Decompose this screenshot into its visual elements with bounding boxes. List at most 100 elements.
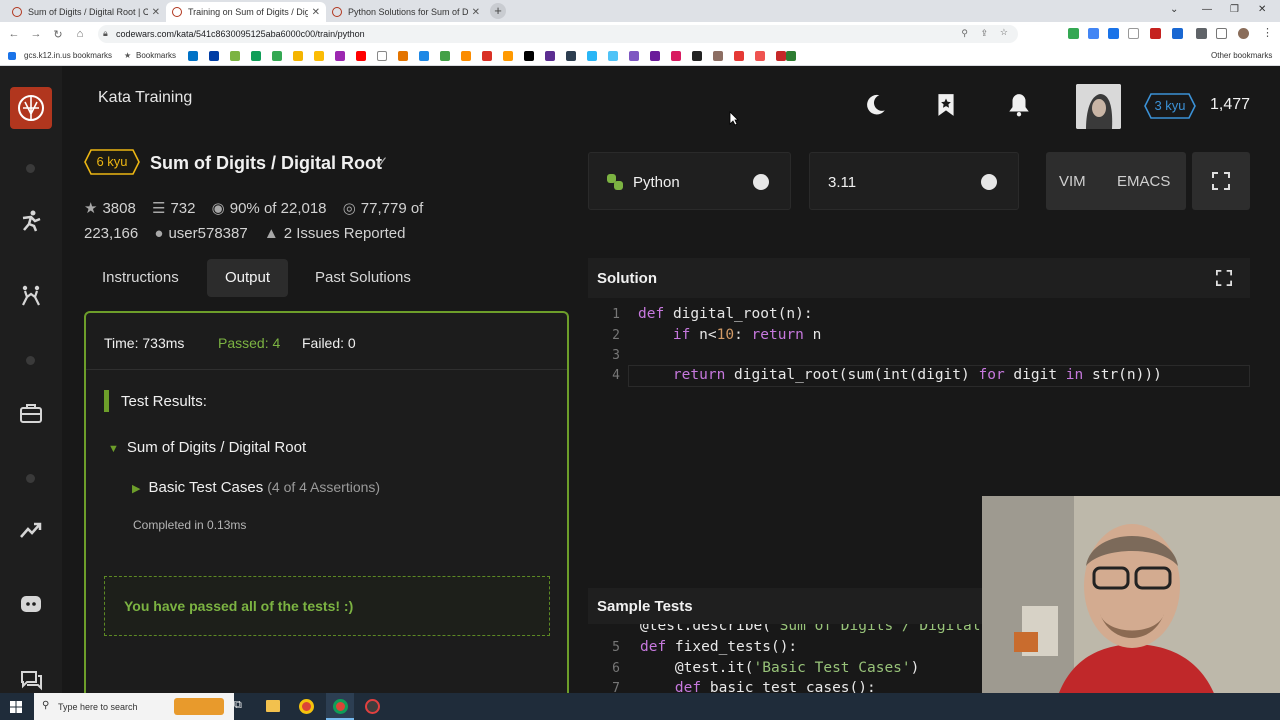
forward-icon[interactable]: → — [28, 28, 44, 40]
leaderboard-trend-icon[interactable] — [19, 518, 43, 542]
bookmark-favicon-icon[interactable] — [776, 51, 786, 61]
bookmark-favicon-icon[interactable] — [503, 51, 513, 61]
author-link[interactable]: user578387 — [168, 225, 247, 242]
version-select[interactable]: 3.11 — [809, 152, 1019, 210]
screen-recorder-icon[interactable] — [365, 699, 380, 714]
bookmark-favicon-icon[interactable] — [566, 51, 576, 61]
bookmark-other[interactable]: Other bookmarks — [1211, 51, 1272, 60]
vim-mode-button[interactable]: VIM — [1059, 173, 1086, 190]
browser-tab-title: Training on Sum of Digits / Digit — [188, 7, 308, 17]
new-tab-button[interactable]: + — [490, 3, 506, 19]
extension-icon[interactable] — [1172, 28, 1183, 39]
bookmark-favicon-icon[interactable] — [419, 51, 429, 61]
bookmark-favicon-icon[interactable] — [692, 51, 702, 61]
browser-tab[interactable]: Python Solutions for Sum of Digi ✕ — [326, 2, 486, 22]
bookmark-favicon-icon[interactable] — [293, 51, 303, 61]
user-rank[interactable]: 3 kyu — [1144, 98, 1196, 113]
bookmark-favicon-icon[interactable] — [272, 51, 282, 61]
task-view-icon[interactable]: ⧉ — [234, 699, 242, 712]
close-icon[interactable]: ✕ — [312, 7, 320, 18]
minimize-icon[interactable]: — — [1202, 4, 1212, 15]
issues-link[interactable]: 2 Issues Reported — [284, 225, 406, 242]
reload-icon[interactable]: ↻ — [50, 28, 66, 41]
bookmark-favicon-icon[interactable] — [734, 51, 744, 61]
bookmark-favicon-icon[interactable] — [608, 51, 618, 61]
bookmark-favicon-icon[interactable] — [786, 51, 796, 61]
share-icon[interactable]: ⇪ — [980, 28, 988, 39]
test-suite-row[interactable]: ▼ Sum of Digits / Digital Root — [108, 439, 306, 456]
bookmark-favicon-icon[interactable] — [461, 51, 471, 61]
bookmark-gcs[interactable]: gcs.k12.in.us bookmarks — [24, 51, 112, 60]
tab-instructions[interactable]: Instructions — [84, 259, 197, 297]
bookmark-favicon-icon[interactable] — [188, 51, 198, 61]
bookmark-favicon-icon[interactable] — [230, 51, 240, 61]
chrome-icon[interactable] — [299, 699, 314, 714]
extension-icon[interactable] — [1108, 28, 1119, 39]
expand-icon[interactable] — [1216, 270, 1232, 286]
bookmark-folder[interactable]: Bookmarks — [136, 51, 176, 60]
close-window-icon[interactable]: ✕ — [1258, 4, 1266, 15]
language-select[interactable]: Python — [588, 152, 791, 210]
sidebar-icon[interactable] — [1216, 28, 1227, 39]
discord-icon[interactable] — [19, 592, 43, 616]
close-icon[interactable]: ✕ — [152, 7, 160, 18]
test-group-row[interactable]: ▶ Basic Test Cases (4 of 4 Assertions) — [132, 479, 380, 496]
bookmark-favicon-icon[interactable] — [755, 51, 765, 61]
chevron-down-icon[interactable]: ⌄ — [1170, 4, 1178, 15]
back-icon[interactable]: ← — [6, 28, 22, 40]
tab-output[interactable]: Output — [207, 259, 289, 297]
collections-icon: ☰ — [152, 200, 166, 217]
extension-icon[interactable] — [1150, 28, 1161, 39]
profile-avatar-icon[interactable] — [1238, 28, 1249, 39]
puzzle-icon[interactable] — [1196, 28, 1207, 39]
extension-icon[interactable] — [1128, 28, 1139, 39]
extension-icon[interactable] — [1068, 28, 1079, 39]
satisfaction-votes: of 22,018 — [263, 200, 327, 217]
notifications-bell-icon[interactable] — [1006, 92, 1032, 118]
page-title: Kata Training — [98, 89, 193, 106]
bookmark-favicon-icon[interactable] — [440, 51, 450, 61]
practice-icon[interactable] — [19, 209, 43, 233]
extension-icon[interactable] — [1088, 28, 1099, 39]
dark-mode-moon-icon[interactable] — [862, 92, 888, 118]
bookmark-favicon-icon[interactable] — [671, 51, 681, 61]
restore-icon[interactable]: ❐ — [1230, 4, 1239, 15]
file-explorer-icon[interactable] — [266, 700, 280, 712]
browser-tab[interactable]: Sum of Digits / Digital Root | Co ✕ — [6, 2, 166, 22]
codewars-logo[interactable] — [10, 87, 52, 129]
bookmark-favicon-icon[interactable] — [335, 51, 345, 61]
bookmark-icon[interactable] — [933, 92, 959, 118]
emacs-mode-button[interactable]: EMACS — [1117, 173, 1170, 190]
bookmark-favicon-icon[interactable] — [251, 51, 261, 61]
bookmark-favicon-icon[interactable] — [377, 51, 387, 61]
close-icon[interactable]: ✕ — [472, 7, 480, 18]
fullscreen-button[interactable] — [1192, 152, 1250, 210]
briefcase-icon[interactable] — [19, 401, 43, 425]
chat-icon[interactable] — [19, 668, 43, 692]
bookmark-favicon-icon[interactable] — [713, 51, 723, 61]
taskbar-search-input[interactable]: ⚲ Type here to search — [34, 693, 234, 720]
bookmark-favicon-icon[interactable] — [545, 51, 555, 61]
user-avatar[interactable] — [1076, 84, 1121, 129]
bookmark-favicon-icon[interactable] — [524, 51, 534, 61]
zoom-icon[interactable]: ⚲ — [961, 28, 968, 39]
menu-dots-icon[interactable]: ⋮ — [1262, 26, 1273, 39]
bookmark-favicon-icon[interactable] — [629, 51, 639, 61]
url-field[interactable]: 🔒︎ codewars.com/kata/541c8630095125aba60… — [98, 25, 1018, 43]
bookmark-favicon-icon[interactable] — [356, 51, 366, 61]
bookmark-favicon-icon[interactable] — [209, 51, 219, 61]
tab-past-solutions[interactable]: Past Solutions — [297, 259, 429, 297]
kata-title[interactable]: Sum of Digits / Digital Root — [150, 153, 382, 174]
home-icon[interactable]: ⌂ — [72, 28, 88, 40]
bookmark-favicon-icon[interactable] — [650, 51, 660, 61]
bookmark-favicon-icon[interactable] — [398, 51, 408, 61]
bookmark-favicon-icon[interactable] — [314, 51, 324, 61]
browser-tab-active[interactable]: Training on Sum of Digits / Digit ✕ — [166, 2, 326, 22]
bookmark-star-icon[interactable]: ☆ — [1000, 27, 1008, 38]
bookmark-favicon-icon[interactable] — [587, 51, 597, 61]
failed-count: Failed: 0 — [302, 335, 356, 351]
windows-start-icon[interactable] — [10, 701, 22, 713]
line-number: 3 — [612, 348, 620, 363]
kumite-icon[interactable] — [19, 284, 43, 308]
bookmark-favicon-icon[interactable] — [482, 51, 492, 61]
